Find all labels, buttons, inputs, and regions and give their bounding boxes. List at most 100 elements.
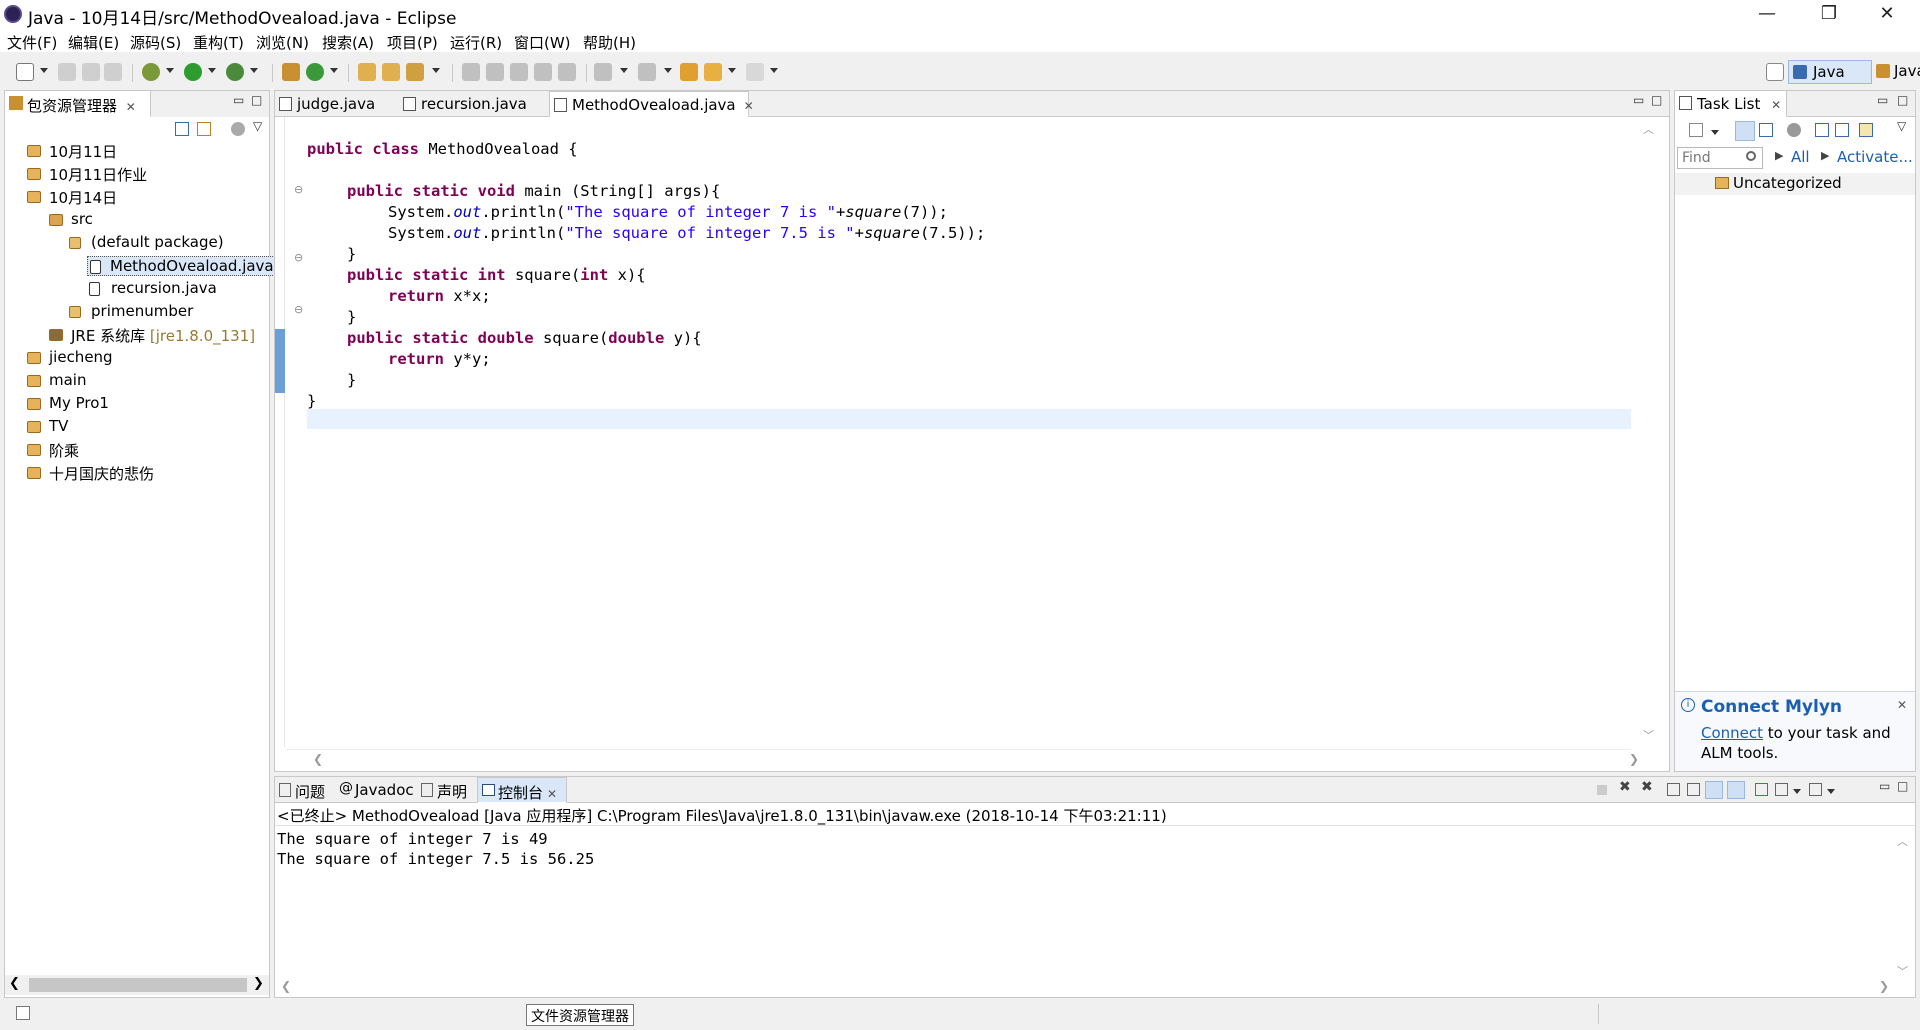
pen-icon[interactable]	[486, 63, 504, 81]
fold-icon[interactable]: ⊖	[294, 303, 303, 316]
new-java-class-icon[interactable]	[306, 63, 324, 81]
paragraph-icon[interactable]	[558, 63, 576, 81]
tab-judge-java[interactable]: judge.java	[275, 91, 397, 117]
tab-declaration[interactable]: 声明	[417, 777, 475, 803]
view-menu-icon[interactable]: ▽	[1897, 119, 1906, 133]
menu-edit[interactable]: 编辑(E)	[68, 32, 119, 53]
debug-icon[interactable]	[142, 63, 160, 81]
open-perspective-icon[interactable]	[1766, 63, 1784, 81]
new-icon[interactable]	[16, 63, 34, 81]
tree-default-package[interactable]: (default package)	[69, 233, 224, 251]
tree-project-mypro1[interactable]: My Pro1	[27, 394, 109, 412]
minimize-view-icon[interactable]: ▭	[233, 93, 244, 107]
all-tasks-link[interactable]: All	[1791, 148, 1810, 166]
back-icon[interactable]	[704, 63, 722, 81]
close-icon[interactable]: ✕	[744, 99, 754, 113]
collapse-all-icon[interactable]	[175, 122, 189, 136]
display-console-dropdown-icon[interactable]	[1793, 789, 1801, 794]
minimize-button[interactable]: —	[1738, 0, 1796, 30]
scroll-up-icon[interactable]: ︿	[1643, 121, 1654, 137]
prev-annotation-dropdown-icon[interactable]	[664, 68, 672, 73]
collapse-all-icon[interactable]	[1835, 123, 1849, 137]
minimize-view-icon[interactable]: ▭	[1877, 93, 1888, 107]
run-icon[interactable]	[184, 63, 202, 81]
maximize-view-icon[interactable]: □	[1897, 779, 1908, 793]
menu-window[interactable]: 窗口(W)	[514, 32, 571, 53]
scroll-down-icon[interactable]: ﹀	[1897, 963, 1908, 979]
synchronize-icon[interactable]	[1859, 123, 1873, 137]
categorized-icon[interactable]	[1735, 121, 1755, 141]
pin-console-icon[interactable]	[1755, 783, 1768, 796]
scroll-lock-icon[interactable]	[1687, 783, 1700, 796]
scroll-left-icon[interactable]: ❮	[313, 752, 323, 766]
tree-project-oct11[interactable]: 10月11日	[27, 141, 117, 162]
open-type-icon[interactable]	[358, 63, 376, 81]
menu-source[interactable]: 源码(S)	[130, 32, 181, 53]
hide-completed-icon[interactable]	[1815, 123, 1829, 137]
terminate-icon[interactable]	[1597, 785, 1607, 795]
menu-refactor[interactable]: 重构(T)	[193, 32, 244, 53]
scroll-right-icon[interactable]: ❯	[1629, 752, 1639, 766]
external-tools-icon[interactable]	[226, 63, 244, 81]
tree-project-oct14[interactable]: 10月14日	[27, 187, 117, 208]
debug-dropdown-icon[interactable]	[166, 68, 174, 73]
scroll-right-icon[interactable]: ❯	[1879, 979, 1889, 993]
focus-icon[interactable]	[1787, 123, 1801, 137]
tree-project-tv[interactable]: TV	[27, 417, 68, 435]
tree-src-folder[interactable]: src	[49, 210, 93, 228]
scroll-left-icon[interactable]: ❮	[9, 976, 20, 991]
menu-search[interactable]: 搜索(A)	[322, 32, 374, 53]
forward-dropdown-icon[interactable]	[770, 68, 778, 73]
show-whitespace-icon[interactable]	[534, 63, 552, 81]
menu-file[interactable]: 文件(F)	[7, 32, 57, 53]
save-all-icon[interactable]	[82, 63, 100, 81]
tab-task-list[interactable]: Task List ✕	[1675, 91, 1787, 117]
fold-icon[interactable]: ⊖	[294, 251, 303, 264]
scroll-up-icon[interactable]: ︿	[1897, 833, 1908, 849]
menu-help[interactable]: 帮助(H)	[583, 32, 636, 53]
minimize-view-icon[interactable]: ▭	[1879, 779, 1890, 793]
menu-run[interactable]: 运行(R)	[450, 32, 502, 53]
forward-icon[interactable]	[746, 63, 764, 81]
clear-console-icon[interactable]	[1667, 783, 1680, 796]
remove-all-terminated-icon[interactable]: ✖	[1641, 779, 1653, 795]
close-icon[interactable]: ✕	[1771, 98, 1781, 112]
editor-body[interactable]: ⊖ ⊖ ⊖ public class MethodOveaload { publ…	[275, 117, 1669, 771]
back-dropdown-icon[interactable]	[728, 68, 736, 73]
maximize-view-icon[interactable]: □	[1897, 93, 1908, 107]
minimize-view-icon[interactable]: ▭	[1633, 93, 1644, 107]
show-on-output-icon[interactable]	[1705, 781, 1723, 799]
tree-file-methodoveaload[interactable]: MethodOveaload.java	[87, 256, 277, 276]
view-menu-icon[interactable]: ▽	[253, 119, 262, 133]
fold-icon[interactable]: ⊖	[294, 183, 303, 196]
link-with-editor-icon[interactable]	[197, 122, 211, 136]
close-icon[interactable]: ✕	[1897, 698, 1907, 712]
open-console-icon[interactable]	[1809, 783, 1822, 796]
activate-task-link[interactable]: Activate...	[1837, 148, 1913, 166]
prev-annotation-icon[interactable]	[638, 63, 656, 81]
tree-project-jiecheng[interactable]: jiecheng	[27, 348, 113, 366]
new-class-dropdown-icon[interactable]	[330, 68, 338, 73]
find-input[interactable]: Find	[1677, 147, 1763, 169]
remove-launch-icon[interactable]: ✖	[1619, 779, 1631, 795]
open-task-icon[interactable]	[382, 63, 400, 81]
tab-recursion-java[interactable]: recursion.java	[399, 91, 545, 117]
tab-console[interactable]: 控制台 ✕	[477, 777, 567, 803]
new-task-icon[interactable]	[1689, 123, 1703, 137]
search-icon[interactable]	[406, 63, 424, 81]
toggle-mark-icon[interactable]	[462, 63, 480, 81]
show-on-error-icon[interactable]	[1727, 781, 1745, 799]
menu-navigate[interactable]: 浏览(N)	[256, 32, 309, 53]
scheduled-icon[interactable]	[1759, 123, 1773, 137]
tab-methodoveaload-java[interactable]: MethodOveaload.java ✕	[549, 91, 754, 117]
close-button[interactable]: ✕	[1858, 0, 1916, 30]
last-edit-icon[interactable]	[680, 63, 698, 81]
tab-javadoc[interactable]: @ Javadoc	[335, 777, 415, 803]
tree-project-factorial[interactable]: 阶乘	[27, 440, 79, 461]
perspective-java[interactable]: Java	[1876, 60, 1920, 84]
menu-project[interactable]: 项目(P)	[387, 32, 438, 53]
open-console-dropdown-icon[interactable]	[1827, 789, 1835, 794]
tree-project-main[interactable]: main	[27, 371, 86, 389]
list-item[interactable]: Uncategorized	[1675, 173, 1915, 195]
perspective-java-active[interactable]: Java	[1788, 60, 1872, 84]
